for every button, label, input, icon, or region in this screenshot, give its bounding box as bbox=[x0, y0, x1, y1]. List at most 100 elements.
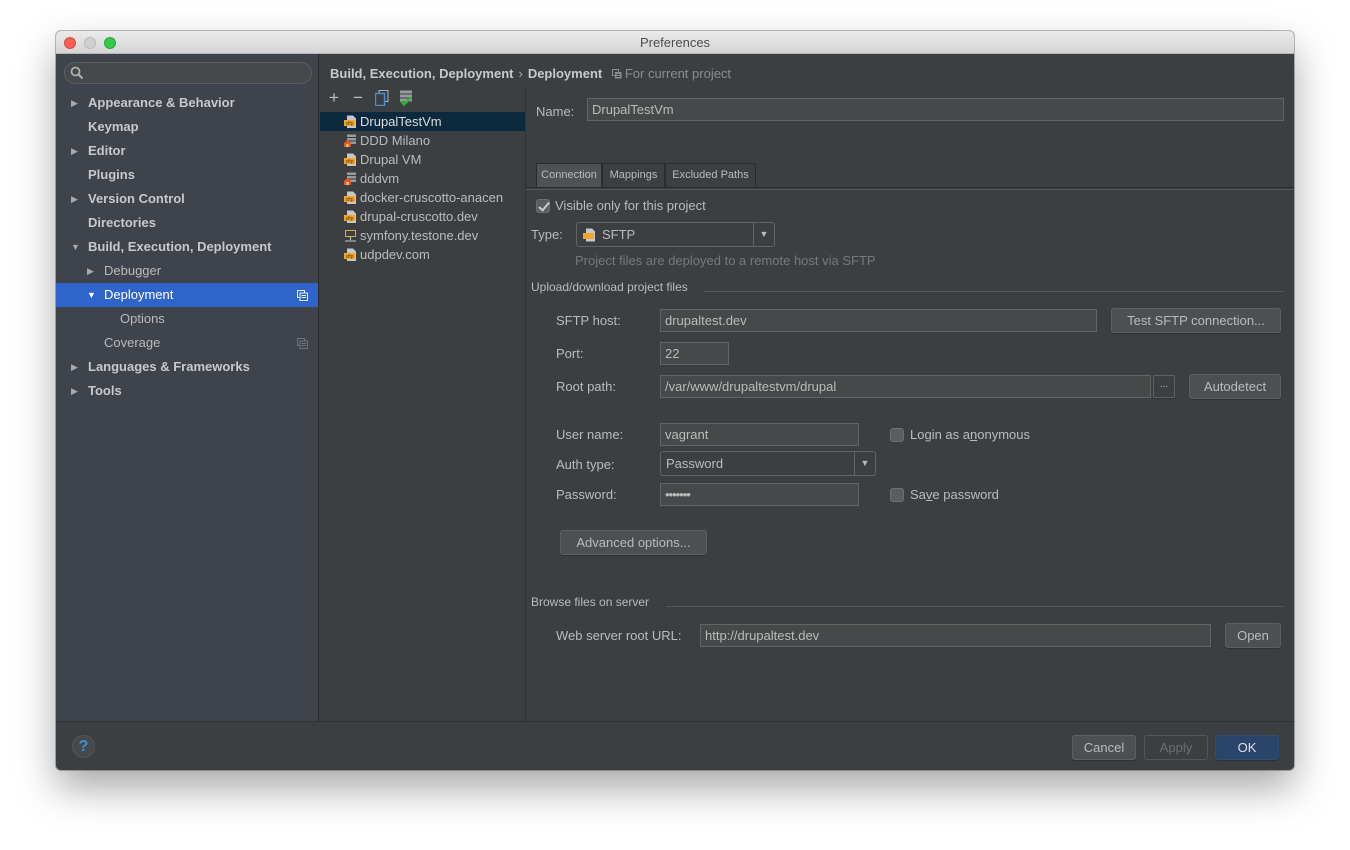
settings-sidebar: ▶ Appearance & Behavior Keymap ▶ Editor Plugi… bbox=[56, 54, 319, 721]
type-select[interactable]: SFTP ▼ bbox=[576, 222, 775, 247]
test-sftp-connection-button[interactable]: Test SFTP connection... bbox=[1111, 308, 1281, 333]
expanded-arrow-icon[interactable]: ▼ bbox=[71, 235, 81, 259]
svg-text:sftp: sftp bbox=[345, 159, 353, 165]
advanced-options-button[interactable]: Advanced options... bbox=[560, 530, 707, 555]
server-name: Drupal VM bbox=[360, 152, 422, 167]
local-server-icon bbox=[344, 134, 356, 147]
sidebar-item-label: Plugins bbox=[88, 167, 135, 182]
collapsed-arrow-icon[interactable]: ▶ bbox=[71, 91, 81, 115]
project-scope-icon bbox=[611, 69, 622, 79]
sidebar-item-version-control[interactable]: ▶ Version Control bbox=[56, 187, 318, 211]
project-scope-icon bbox=[297, 290, 308, 301]
add-server-button[interactable]: + bbox=[326, 89, 342, 108]
collapsed-arrow-icon[interactable]: ▶ bbox=[71, 379, 81, 403]
expanded-arrow-icon[interactable]: ▼ bbox=[87, 283, 97, 307]
sidebar-item-debugger[interactable]: ▶ Debugger bbox=[56, 259, 318, 283]
sftp-server-icon: sftp bbox=[344, 191, 356, 204]
server-list-item[interactable]: sftp udpdev.com bbox=[320, 245, 525, 264]
local-server-icon bbox=[344, 172, 356, 185]
tab-connection[interactable]: Connection bbox=[536, 163, 602, 187]
cancel-button[interactable]: Cancel bbox=[1072, 735, 1136, 760]
title-bar: Preferences bbox=[56, 31, 1294, 54]
save-password-label: Save password bbox=[910, 487, 999, 502]
project-scope-icon bbox=[297, 338, 308, 349]
login-anonymous-label-post: onymous bbox=[977, 427, 1030, 442]
save-password-checkbox[interactable] bbox=[890, 488, 904, 502]
zoom-window-button[interactable] bbox=[104, 37, 116, 49]
window-title: Preferences bbox=[639, 35, 711, 50]
collapsed-arrow-icon[interactable]: ▶ bbox=[71, 355, 81, 379]
sidebar-item-label: Options bbox=[120, 311, 165, 326]
tab-mappings[interactable]: Mappings bbox=[602, 163, 665, 187]
browse-section-divider bbox=[666, 606, 1284, 607]
breadcrumb-current: Deployment bbox=[527, 66, 603, 81]
server-list-item[interactable]: sftp DrupalTestVm bbox=[320, 112, 525, 131]
server-name-input[interactable]: DrupalTestVm bbox=[587, 98, 1284, 121]
visible-only-checkbox[interactable] bbox=[536, 199, 550, 213]
type-label: Type: bbox=[531, 227, 563, 242]
sidebar-item-label: Build, Execution, Deployment bbox=[88, 239, 272, 254]
tabs-divider bbox=[526, 187, 1294, 190]
port-input[interactable]: 22 bbox=[660, 342, 729, 365]
deployment-server-panel: + − sftp DrupalTestVm DDD Milano sftp Drupal… bbox=[320, 88, 526, 721]
sidebar-item-tools[interactable]: ▶ Tools bbox=[56, 379, 318, 403]
chevron-down-icon: ▼ bbox=[753, 223, 774, 246]
sidebar-item-keymap[interactable]: Keymap bbox=[56, 115, 318, 139]
sidebar-item-label: Debugger bbox=[104, 263, 162, 278]
sidebar-item-label: Deployment bbox=[104, 287, 174, 302]
sidebar-item-appearance-behavior[interactable]: ▶ Appearance & Behavior bbox=[56, 91, 318, 115]
apply-button[interactable]: Apply bbox=[1144, 735, 1208, 760]
tab-excluded-paths[interactable]: Excluded Paths bbox=[665, 163, 756, 187]
web-root-url-label: Web server root URL: bbox=[556, 628, 682, 643]
auth-type-select[interactable]: Password ▼ bbox=[660, 451, 876, 476]
save-password-label-pre: Sa bbox=[910, 487, 926, 502]
server-list-item[interactable]: sftp docker-cruscotto-anacen bbox=[320, 188, 525, 207]
server-list-item[interactable]: sftp Drupal VM bbox=[320, 150, 525, 169]
autodetect-button[interactable]: Autodetect bbox=[1189, 374, 1281, 399]
sidebar-item-editor[interactable]: ▶ Editor bbox=[56, 139, 318, 163]
sidebar-item-label: Languages & Frameworks bbox=[88, 359, 250, 374]
sidebar-item-deployment[interactable]: ▼ Deployment bbox=[56, 283, 318, 307]
sftp-host-input[interactable]: drupaltest.dev bbox=[660, 309, 1097, 332]
root-path-label: Root path: bbox=[556, 379, 616, 394]
web-root-url-input[interactable]: http://drupaltest.dev bbox=[700, 624, 1211, 647]
use-as-default-button[interactable] bbox=[398, 90, 414, 108]
close-window-button[interactable] bbox=[64, 37, 76, 49]
copy-server-button[interactable] bbox=[374, 90, 390, 108]
sftp-server-icon: sftp bbox=[344, 153, 356, 166]
remove-server-button[interactable]: − bbox=[350, 89, 366, 108]
sidebar-item-label: Tools bbox=[88, 383, 122, 398]
sidebar-item-build-execution-deployment[interactable]: ▼ Build, Execution, Deployment bbox=[56, 235, 318, 259]
server-list-item[interactable]: symfony.testone.dev bbox=[320, 226, 525, 245]
login-anonymous-checkbox[interactable] bbox=[890, 428, 904, 442]
collapsed-arrow-icon[interactable]: ▶ bbox=[87, 259, 97, 283]
breadcrumb-parent: Build, Execution, Deployment bbox=[330, 66, 514, 81]
help-icon: ? bbox=[78, 738, 89, 755]
browse-root-path-button[interactable]: ... bbox=[1153, 375, 1175, 398]
user-name-input[interactable]: vagrant bbox=[660, 423, 859, 446]
copy-icon bbox=[374, 90, 389, 107]
help-button[interactable]: ? bbox=[72, 735, 95, 758]
server-list-item[interactable]: DDD Milano bbox=[320, 131, 525, 150]
sidebar-item-directories[interactable]: Directories bbox=[56, 211, 318, 235]
login-anonymous-label-pre: Login as a bbox=[910, 427, 970, 442]
server-name: DrupalTestVm bbox=[360, 114, 442, 129]
sidebar-item-coverage[interactable]: Coverage bbox=[56, 331, 318, 355]
sidebar-item-label: Keymap bbox=[88, 119, 139, 134]
sidebar-item-label: Appearance & Behavior bbox=[88, 95, 235, 110]
sidebar-item-label: Coverage bbox=[104, 335, 161, 350]
settings-search-input[interactable] bbox=[64, 62, 312, 84]
sidebar-item-languages-frameworks[interactable]: ▶ Languages & Frameworks bbox=[56, 355, 318, 379]
collapsed-arrow-icon[interactable]: ▶ bbox=[71, 139, 81, 163]
collapsed-arrow-icon[interactable]: ▶ bbox=[71, 187, 81, 211]
ok-button[interactable]: OK bbox=[1215, 735, 1279, 760]
password-input[interactable]: ••••••• bbox=[660, 483, 859, 506]
server-name: drupal-cruscotto.dev bbox=[360, 209, 478, 224]
root-path-input[interactable]: /var/www/drupaltestvm/drupal bbox=[660, 375, 1151, 398]
server-list-item[interactable]: sftp drupal-cruscotto.dev bbox=[320, 207, 525, 226]
open-url-button[interactable]: Open bbox=[1225, 623, 1281, 648]
sidebar-item-plugins[interactable]: Plugins bbox=[56, 163, 318, 187]
server-list-item[interactable]: dddvm bbox=[320, 169, 525, 188]
sidebar-item-options[interactable]: Options bbox=[56, 307, 318, 331]
minimize-window-button[interactable] bbox=[84, 37, 96, 49]
